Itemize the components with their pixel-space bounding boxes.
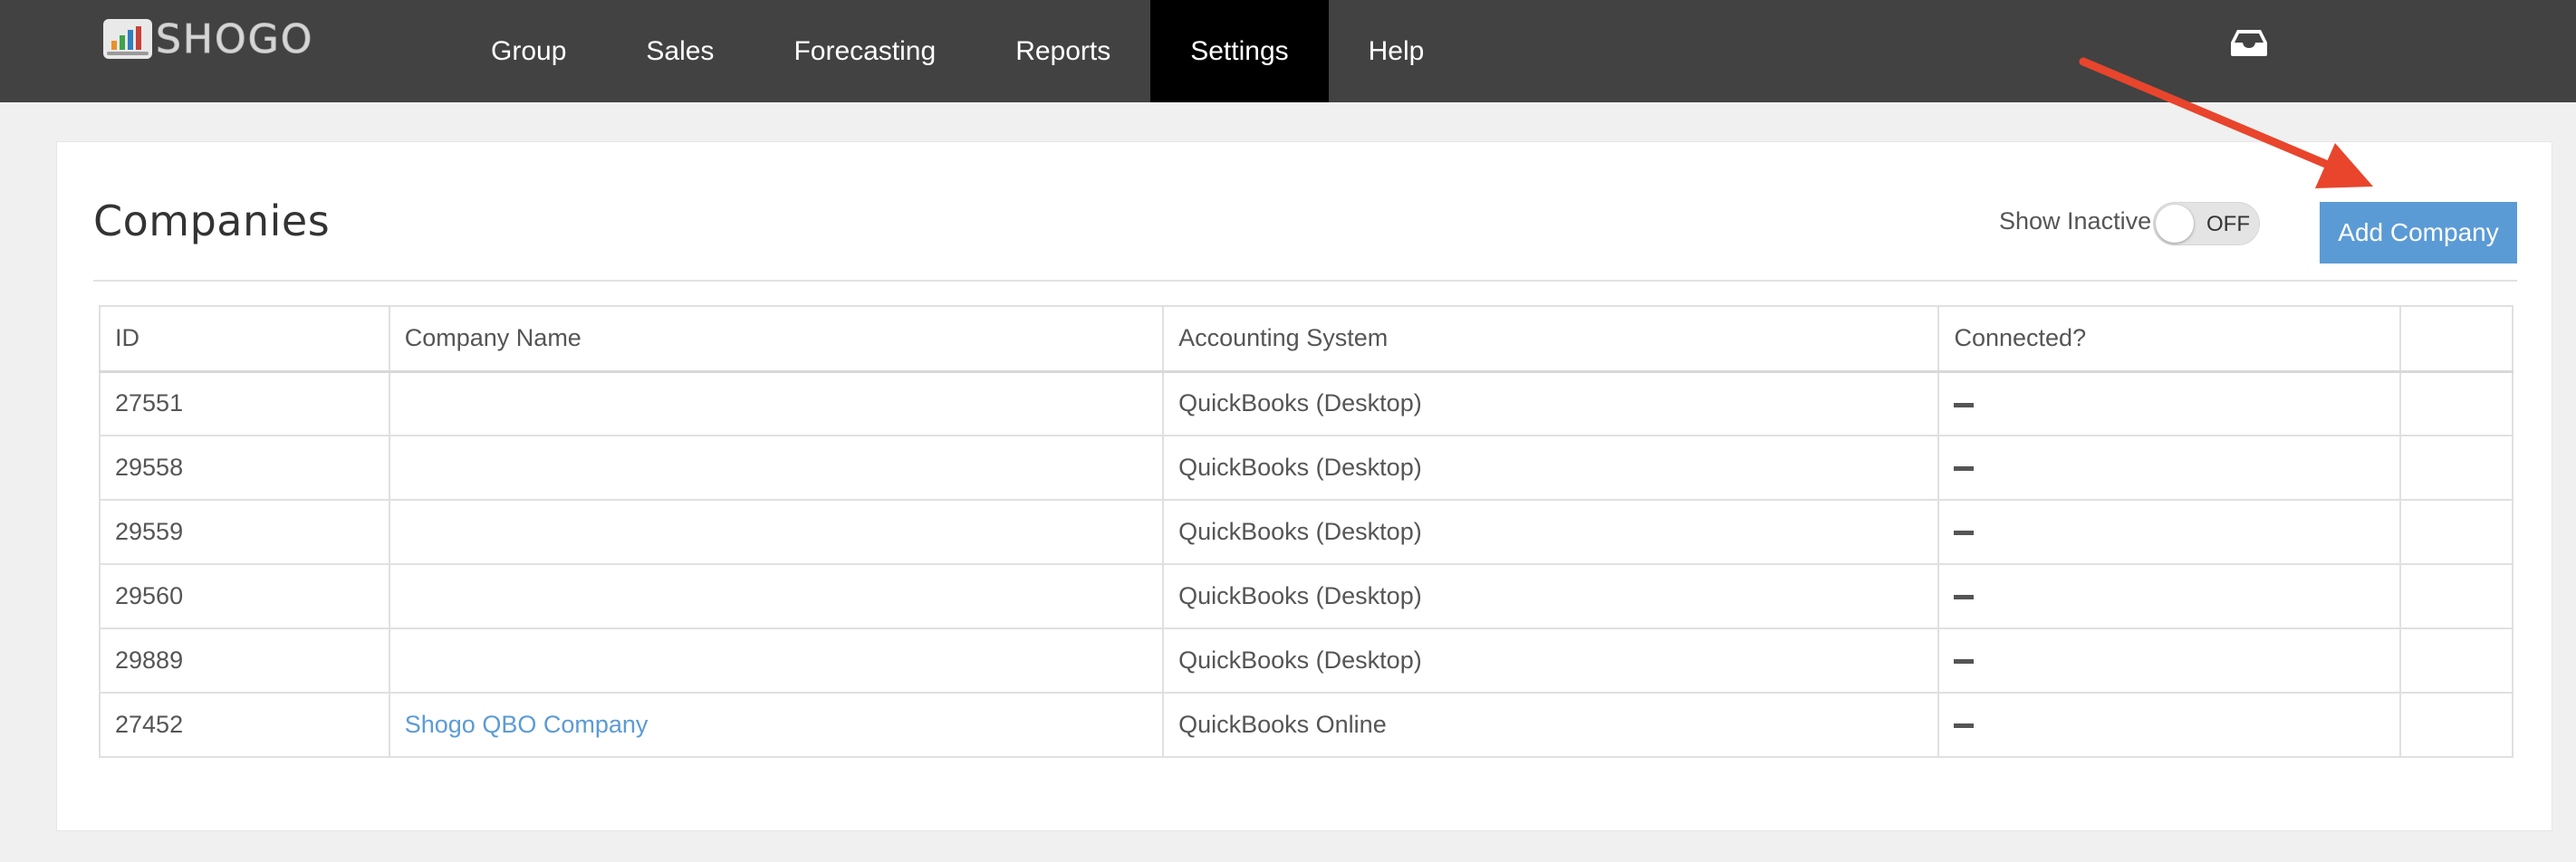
cell-company-name[interactable] [388, 370, 1165, 436]
cell-connected [1937, 563, 2402, 629]
cell-id: 27452 [99, 692, 390, 758]
cell-id: 29560 [99, 563, 390, 629]
bar-chart-icon [103, 19, 152, 59]
dash-icon [1954, 723, 1975, 729]
show-inactive-label: Show Inactive [1999, 207, 2152, 235]
cell-company-name[interactable] [388, 563, 1165, 629]
inbox-icon[interactable] [2230, 28, 2268, 57]
cell-connected [1937, 692, 2402, 758]
cell-company-name[interactable] [388, 499, 1165, 565]
cell-accounting-system: QuickBooks (Desktop) [1162, 499, 1940, 565]
cell-actions [2399, 563, 2514, 629]
column-header-accounting-system[interactable]: Accounting System [1162, 305, 1940, 372]
cell-company-name: Shogo QBO Company [388, 692, 1165, 758]
companies-table: ID Company Name Accounting System Connec… [99, 305, 2514, 758]
cell-accounting-system: QuickBooks (Desktop) [1162, 627, 1940, 694]
cell-connected [1937, 370, 2402, 436]
cell-connected [1937, 435, 2402, 501]
cell-accounting-system: QuickBooks (Desktop) [1162, 370, 1940, 436]
nav-item-group[interactable]: Group [451, 0, 606, 102]
cell-accounting-system: QuickBooks (Desktop) [1162, 563, 1940, 629]
cell-id: 27551 [99, 370, 390, 436]
cell-company-name[interactable] [388, 435, 1165, 501]
dash-icon [1954, 595, 1975, 600]
show-inactive-toggle[interactable]: OFF [2153, 202, 2260, 245]
dash-icon [1954, 659, 1975, 665]
table-header-row: ID Company Name Accounting System Connec… [99, 305, 2514, 372]
cell-actions [2399, 370, 2514, 436]
nav-item-sales[interactable]: Sales [606, 0, 754, 102]
cell-actions [2399, 499, 2514, 565]
main-nav: Group Sales Forecasting Reports Settings… [451, 0, 1464, 102]
dash-icon [1954, 402, 1975, 407]
cell-actions [2399, 435, 2514, 501]
table-row: 29559 QuickBooks (Desktop) [99, 499, 2514, 565]
shogo-logo[interactable]: SHOGO [103, 15, 314, 62]
cell-id: 29889 [99, 627, 390, 694]
nav-item-reports[interactable]: Reports [976, 0, 1150, 102]
column-header-actions [2399, 305, 2514, 372]
toggle-state-text: OFF [2206, 212, 2250, 236]
cell-actions [2399, 692, 2514, 758]
nav-item-help[interactable]: Help [1329, 0, 1465, 102]
table-row: 27551 QuickBooks (Desktop) [99, 370, 2514, 436]
top-navigation-bar: SHOGO Group Sales Forecasting Reports Se… [0, 0, 2576, 102]
add-company-button[interactable]: Add Company [2320, 202, 2517, 263]
logo-text: SHOGO [155, 15, 314, 62]
column-header-connected[interactable]: Connected? [1937, 305, 2402, 372]
companies-panel: Companies Show Inactive OFF Add Company … [56, 141, 2552, 831]
company-name-link[interactable]: Shogo QBO Company [405, 711, 649, 738]
table-row: 29889 QuickBooks (Desktop) [99, 627, 2514, 694]
table-row: 27452 Shogo QBO Company QuickBooks Onlin… [99, 692, 2514, 758]
header-divider [93, 280, 2517, 282]
dash-icon [1954, 466, 1975, 472]
cell-accounting-system: QuickBooks Online [1162, 692, 1940, 758]
nav-item-forecasting[interactable]: Forecasting [754, 0, 976, 102]
nav-item-settings[interactable]: Settings [1150, 0, 1329, 102]
cell-id: 29558 [99, 435, 390, 501]
cell-connected [1937, 627, 2402, 694]
cell-accounting-system: QuickBooks (Desktop) [1162, 435, 1940, 501]
column-header-company-name[interactable]: Company Name [388, 305, 1165, 372]
toggle-knob [2156, 205, 2194, 243]
cell-actions [2399, 627, 2514, 694]
column-header-id[interactable]: ID [99, 305, 390, 372]
cell-connected [1937, 499, 2402, 565]
page-title: Companies [93, 196, 331, 245]
table-row: 29558 QuickBooks (Desktop) [99, 435, 2514, 501]
table-row: 29560 QuickBooks (Desktop) [99, 563, 2514, 629]
cell-id: 29559 [99, 499, 390, 565]
dash-icon [1954, 531, 1975, 536]
cell-company-name[interactable] [388, 627, 1165, 694]
